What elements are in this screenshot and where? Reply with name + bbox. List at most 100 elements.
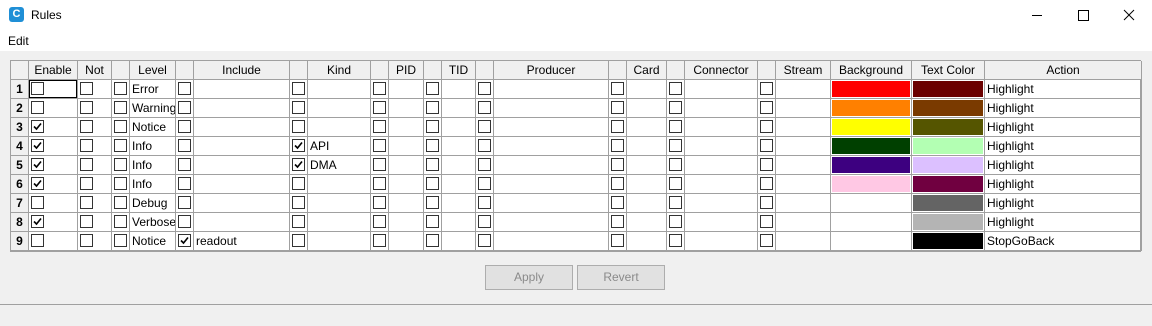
not-cell[interactable] [78, 175, 112, 194]
pid-filter-checkbox[interactable] [373, 215, 386, 228]
level-cell[interactable]: Error [130, 80, 176, 99]
include-filter-checkbox[interactable] [178, 82, 191, 95]
enable-checkbox[interactable] [31, 215, 44, 228]
not-cell[interactable] [78, 156, 112, 175]
action-cell[interactable]: Highlight [985, 156, 1142, 175]
card-filter-cell[interactable] [609, 194, 627, 213]
background-color-cell[interactable] [831, 156, 912, 175]
pid-cell[interactable] [389, 175, 424, 194]
stream-cell[interactable] [776, 194, 831, 213]
pid-filter-cell[interactable] [371, 232, 389, 251]
producer-cell[interactable] [494, 99, 609, 118]
card-filter-checkbox[interactable] [611, 101, 624, 114]
producer-filter-cell[interactable] [476, 156, 494, 175]
action-cell[interactable]: Highlight [985, 194, 1142, 213]
action-cell[interactable]: Highlight [985, 80, 1142, 99]
level-cell[interactable]: Info [130, 156, 176, 175]
pid-cell[interactable] [389, 99, 424, 118]
level-cell[interactable]: Notice [130, 232, 176, 251]
level-filter-cell[interactable] [112, 99, 130, 118]
not-cell[interactable] [78, 80, 112, 99]
connector-filter-checkbox[interactable] [669, 196, 682, 209]
pid-cell[interactable] [389, 156, 424, 175]
tid-filter-checkbox[interactable] [426, 158, 439, 171]
card-filter-cell[interactable] [609, 213, 627, 232]
column-header-include[interactable]: Include [194, 61, 290, 80]
tid-filter-cell[interactable] [424, 156, 442, 175]
not-cell[interactable] [78, 232, 112, 251]
producer-filter-cell[interactable] [476, 194, 494, 213]
level-filter-cell[interactable] [112, 156, 130, 175]
include-cell[interactable] [194, 156, 290, 175]
stream-filter-checkbox[interactable] [760, 234, 773, 247]
column-header-blank[interactable] [476, 61, 494, 80]
kind-filter-checkbox[interactable] [292, 234, 305, 247]
kind-filter-checkbox[interactable] [292, 177, 305, 190]
kind-cell[interactable] [308, 118, 371, 137]
stream-cell[interactable] [776, 232, 831, 251]
connector-filter-cell[interactable] [667, 232, 685, 251]
pid-filter-checkbox[interactable] [373, 196, 386, 209]
kind-filter-checkbox[interactable] [292, 158, 305, 171]
include-cell[interactable] [194, 175, 290, 194]
text-color-cell[interactable] [912, 80, 985, 99]
tid-filter-checkbox[interactable] [426, 120, 439, 133]
action-cell[interactable]: Highlight [985, 137, 1142, 156]
pid-cell[interactable] [389, 232, 424, 251]
tid-cell[interactable] [442, 156, 476, 175]
connector-cell[interactable] [685, 232, 758, 251]
column-header-background[interactable]: Background [831, 61, 912, 80]
card-filter-cell[interactable] [609, 175, 627, 194]
enable-checkbox[interactable] [31, 234, 44, 247]
not-checkbox[interactable] [80, 158, 93, 171]
stream-filter-checkbox[interactable] [760, 139, 773, 152]
stream-cell[interactable] [776, 175, 831, 194]
stream-filter-cell[interactable] [758, 175, 776, 194]
kind-filter-cell[interactable] [290, 213, 308, 232]
tid-filter-cell[interactable] [424, 194, 442, 213]
card-filter-cell[interactable] [609, 232, 627, 251]
level-cell[interactable]: Verbose [130, 213, 176, 232]
revert-button[interactable]: Revert [577, 265, 665, 290]
include-filter-cell[interactable] [176, 137, 194, 156]
stream-cell[interactable] [776, 213, 831, 232]
enable-checkbox[interactable] [31, 196, 44, 209]
tid-filter-checkbox[interactable] [426, 101, 439, 114]
kind-cell[interactable]: API [308, 137, 371, 156]
level-filter-checkbox[interactable] [114, 139, 127, 152]
column-header-blank[interactable] [424, 61, 442, 80]
maximize-button[interactable] [1060, 0, 1106, 31]
stream-cell[interactable] [776, 99, 831, 118]
tid-cell[interactable] [442, 99, 476, 118]
text-color-cell[interactable] [912, 213, 985, 232]
pid-filter-checkbox[interactable] [373, 177, 386, 190]
pid-cell[interactable] [389, 118, 424, 137]
level-filter-cell[interactable] [112, 175, 130, 194]
not-checkbox[interactable] [80, 177, 93, 190]
level-filter-checkbox[interactable] [114, 82, 127, 95]
stream-filter-cell[interactable] [758, 118, 776, 137]
include-cell[interactable] [194, 194, 290, 213]
column-header-enable[interactable]: Enable [29, 61, 78, 80]
level-filter-cell[interactable] [112, 80, 130, 99]
tid-cell[interactable] [442, 80, 476, 99]
tid-filter-checkbox[interactable] [426, 196, 439, 209]
connector-filter-checkbox[interactable] [669, 158, 682, 171]
connector-filter-checkbox[interactable] [669, 234, 682, 247]
kind-filter-cell[interactable] [290, 194, 308, 213]
stream-cell[interactable] [776, 80, 831, 99]
producer-filter-cell[interactable] [476, 99, 494, 118]
producer-filter-cell[interactable] [476, 137, 494, 156]
background-color-cell[interactable] [831, 118, 912, 137]
tid-filter-cell[interactable] [424, 99, 442, 118]
background-color-cell[interactable] [831, 213, 912, 232]
not-cell[interactable] [78, 118, 112, 137]
include-cell[interactable]: readout [194, 232, 290, 251]
stream-filter-checkbox[interactable] [760, 158, 773, 171]
connector-filter-checkbox[interactable] [669, 139, 682, 152]
producer-filter-checkbox[interactable] [478, 101, 491, 114]
level-filter-checkbox[interactable] [114, 234, 127, 247]
column-header-connector[interactable]: Connector [685, 61, 758, 80]
stream-filter-checkbox[interactable] [760, 120, 773, 133]
text-color-cell[interactable] [912, 156, 985, 175]
